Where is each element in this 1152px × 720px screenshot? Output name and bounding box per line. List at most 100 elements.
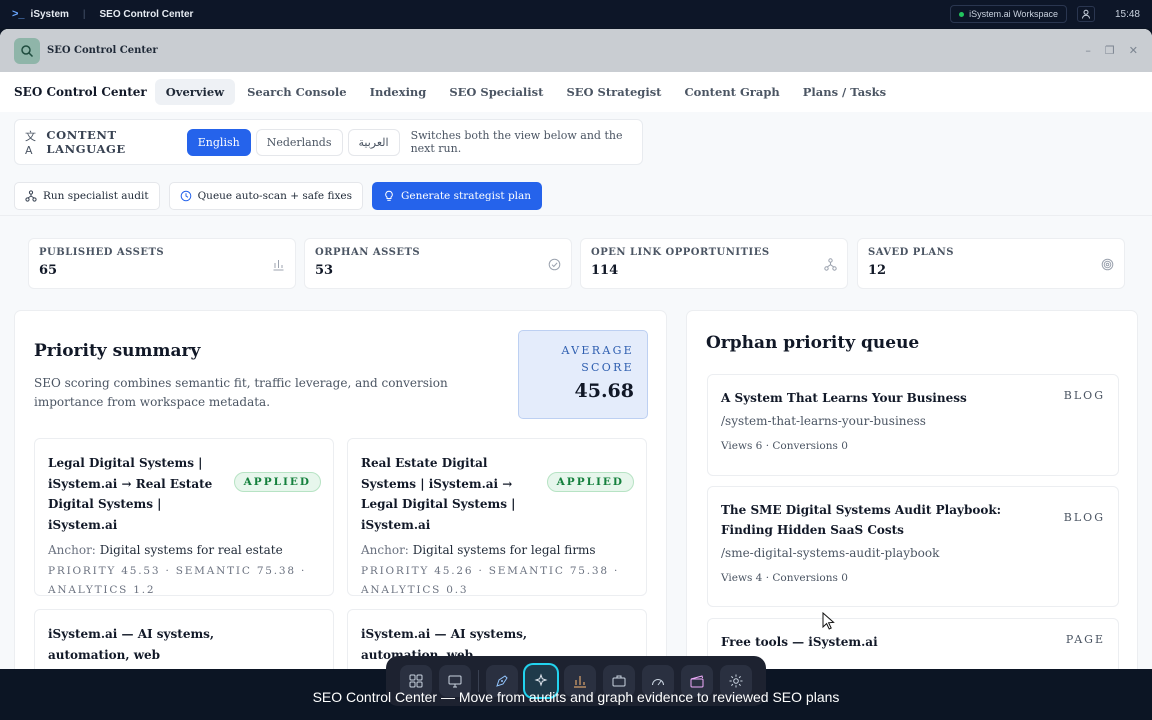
tab-overview[interactable]: Overview — [154, 79, 236, 105]
orphan-item[interactable]: PAGE Free tools — iSystem.ai — [707, 618, 1119, 669]
window-title: SEO Control Center — [47, 45, 158, 56]
priority-summary-panel: Priority summary SEO scoring combines se… — [14, 310, 667, 669]
priority-summary-description: SEO scoring combines semantic fit, traff… — [34, 376, 448, 409]
orphan-title: A System That Learns Your Business — [721, 391, 967, 405]
close-icon[interactable]: ✕ — [1129, 44, 1138, 57]
priority-card-title: Legal Digital Systems | iSystem.ai → Rea… — [48, 456, 213, 532]
run-specialist-audit-label: Run specialist audit — [43, 190, 149, 202]
bar-chart-icon — [574, 676, 586, 688]
status-badge: APPLIED — [233, 472, 321, 492]
orphan-type: BLOG — [1063, 389, 1105, 402]
average-score-box: AVERAGE SCORE 45.68 — [518, 330, 648, 419]
network-icon — [25, 190, 37, 202]
stat-value: 12 — [868, 263, 887, 278]
lightbulb-icon — [385, 190, 393, 201]
tab-content-graph[interactable]: Content Graph — [674, 79, 791, 105]
stat-value: 53 — [315, 263, 334, 278]
workspace-switcher[interactable]: iSystem.ai Workspace — [950, 5, 1067, 23]
pen-icon — [496, 675, 508, 687]
stat-published-assets: PUBLISHED ASSETS 65 — [28, 238, 296, 289]
language-english-button[interactable]: English — [186, 128, 251, 156]
stat-label: OPEN LINK OPPORTUNITIES — [591, 247, 770, 258]
orphan-stats: Views 4 · Conversions 0 — [721, 572, 848, 584]
language-note: Switches both the view below and the nex… — [410, 129, 623, 155]
generate-strategist-plan-label: Generate strategist plan — [400, 190, 532, 202]
app-window: SEO Control Center – ❐ ✕ SEO Control Cen… — [0, 29, 1152, 669]
priority-card-title: iSystem.ai — AI systems, automation, web… — [48, 627, 215, 669]
anchor-value: Digital systems for legal firms — [412, 543, 596, 557]
stat-orphan-assets: ORPHAN ASSETS 53 — [304, 238, 572, 289]
stat-value: 65 — [39, 263, 58, 278]
orphan-item[interactable]: BLOG A System That Learns Your Business … — [707, 374, 1119, 476]
orphan-stats: Views 6 · Conversions 0 — [721, 440, 848, 452]
orphan-queue-title: Orphan priority queue — [706, 333, 920, 353]
content-language-bar: 文A CONTENT LANGUAGE English Nederlands ا… — [14, 119, 643, 165]
check-circle-icon — [548, 258, 561, 271]
app-icon — [14, 37, 40, 64]
tab-search-console[interactable]: Search Console — [236, 79, 358, 105]
stat-saved-plans: SAVED PLANS 12 — [857, 238, 1125, 289]
priority-card[interactable]: iSystem.ai — AI systems, automation, web… — [34, 609, 334, 669]
orphan-type: BLOG — [1063, 511, 1105, 524]
generate-strategist-plan-button[interactable]: Generate strategist plan — [371, 182, 543, 210]
run-specialist-audit-button[interactable]: Run specialist audit — [14, 182, 160, 210]
tab-indexing[interactable]: Indexing — [359, 79, 438, 105]
clapperboard-icon — [690, 675, 704, 688]
priority-card[interactable]: Real Estate Digital Systems | iSystem.ai… — [347, 438, 647, 596]
user-menu-button[interactable] — [1076, 6, 1095, 22]
tab-seo-specialist[interactable]: SEO Specialist — [438, 79, 554, 105]
target-icon — [1101, 258, 1114, 271]
stat-value: 114 — [591, 263, 619, 278]
monitor-icon — [448, 675, 462, 688]
clock: 15:48 — [1114, 8, 1140, 20]
user-icon — [1081, 9, 1090, 19]
stat-label: SAVED PLANS — [868, 247, 954, 258]
os-brand: iSystem — [30, 8, 69, 20]
orphan-path: /sme-digital-systems-audit-playbook — [721, 546, 940, 560]
tab-plans-tasks[interactable]: Plans / Tasks — [792, 79, 897, 105]
main-nav: SEO Control Center Overview Search Conso… — [0, 72, 1152, 112]
os-app-title: SEO Control Center — [99, 8, 194, 20]
content-language-label: CONTENT LANGUAGE — [46, 128, 126, 156]
priority-card-anchor: Anchor: Digital systems for legal firms — [361, 543, 633, 557]
language-dutch-button[interactable]: Nederlands — [255, 128, 343, 156]
nav-title: SEO Control Center — [14, 85, 147, 99]
stat-label: ORPHAN ASSETS — [315, 247, 421, 258]
status-badge: APPLIED — [546, 472, 634, 492]
workspace-name: iSystem.ai Workspace — [969, 9, 1058, 19]
average-score-label-line2: SCORE — [581, 361, 634, 374]
priority-card-anchor: Anchor: Digital systems for real estate — [48, 543, 320, 557]
section-divider — [0, 215, 1152, 216]
os-separator: | — [82, 8, 86, 20]
gauge-icon — [652, 679, 664, 686]
orphan-item[interactable]: BLOG The SME Digital Systems Audit Playb… — [707, 486, 1119, 607]
minimize-icon[interactable]: – — [1085, 44, 1091, 57]
video-caption: SEO Control Center — Move from audits an… — [312, 689, 840, 705]
queue-auto-scan-button[interactable]: Queue auto-scan + safe fixes — [168, 182, 363, 210]
tab-seo-strategist[interactable]: SEO Strategist — [555, 79, 672, 105]
orphan-type: PAGE — [1065, 633, 1105, 646]
orphan-path: /system-that-learns-your-business — [721, 414, 926, 428]
briefcase-icon — [612, 675, 626, 687]
queue-auto-scan-label: Queue auto-scan + safe fixes — [197, 190, 352, 202]
bar-chart-icon — [273, 260, 284, 271]
translate-icon: 文A — [25, 129, 36, 157]
orphan-title: Free tools — iSystem.ai — [721, 635, 878, 649]
maximize-icon[interactable]: ❐ — [1105, 44, 1115, 57]
grid-icon — [409, 674, 423, 688]
priority-card[interactable]: Legal Digital Systems | iSystem.ai → Rea… — [34, 438, 334, 596]
network-icon — [824, 258, 837, 271]
action-bar: Run specialist audit Queue auto-scan + s… — [14, 182, 543, 210]
sparkle-icon — [534, 673, 548, 687]
priority-card-meta: PRIORITY 45.53 · SEMANTIC 75.38 · ANALYT… — [48, 565, 307, 596]
clock-icon — [180, 190, 191, 202]
anchor-value: Digital systems for real estate — [99, 543, 283, 557]
terminal-icon: >_ — [12, 8, 25, 20]
average-score-value: 45.68 — [574, 380, 635, 402]
gear-icon — [729, 674, 743, 688]
language-arabic-button[interactable]: العربية — [347, 128, 400, 156]
stat-open-link-opportunities: OPEN LINK OPPORTUNITIES 114 — [580, 238, 848, 289]
status-dot-icon — [959, 11, 965, 17]
os-top-bar: >_ iSystem | SEO Control Center iSystem.… — [0, 0, 1152, 28]
priority-card-title: Real Estate Digital Systems | iSystem.ai… — [361, 456, 516, 532]
